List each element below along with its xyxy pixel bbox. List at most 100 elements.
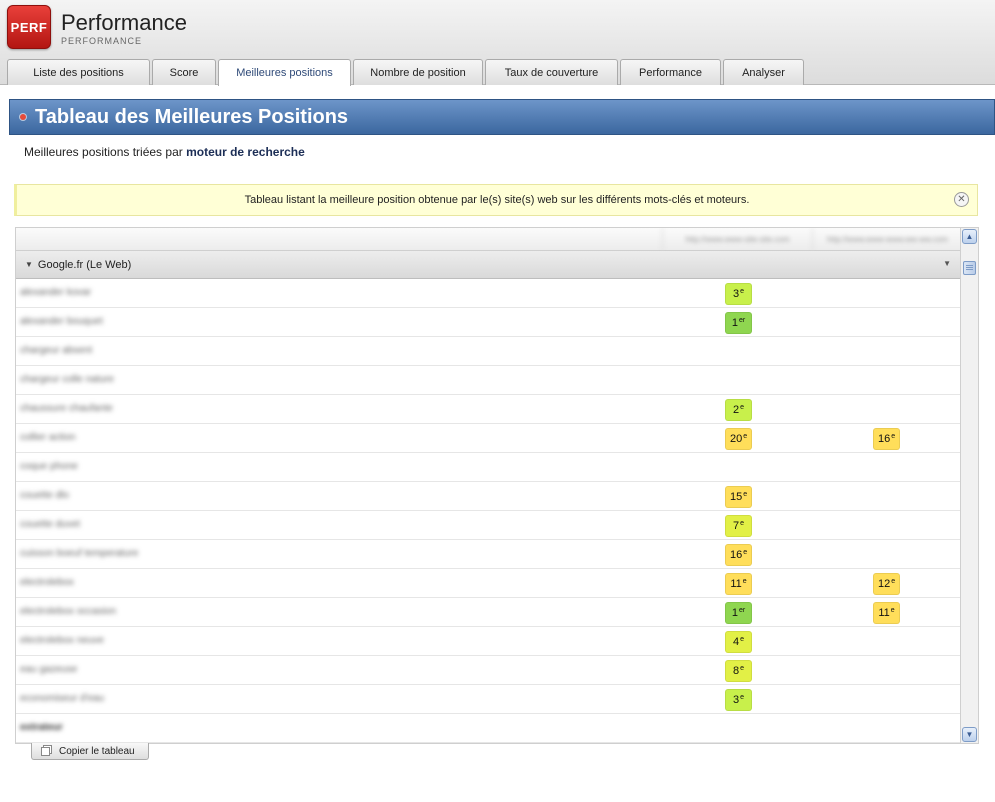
table-body: alexander kovar 3 e alexander bouquet 1 er cha… (16, 279, 960, 743)
keyword-label: couette dlo (20, 490, 69, 501)
position-badge[interactable]: 16 e (725, 544, 753, 566)
info-notice: Tableau listant la meilleure position ob… (14, 184, 978, 216)
position-badge[interactable]: 11 e (725, 573, 752, 595)
position-badge[interactable]: 4e (725, 631, 752, 653)
table-row: electrolebox 11 e 12 e (16, 569, 960, 598)
tab-liste-des-positions[interactable]: Liste des positions (7, 59, 150, 85)
position-badge[interactable]: 2e (725, 399, 752, 421)
keyword-label: coque phone (20, 461, 78, 472)
tab-taux-de-couverture[interactable]: Taux de couverture (485, 59, 618, 85)
bullet-icon (20, 114, 26, 120)
position-suffix: e (740, 403, 745, 411)
table-row: cuisson boeuf temperature 16 e (16, 540, 960, 569)
position-suffix: e (743, 432, 748, 440)
column-header-site-2[interactable]: http://www.www-www.ww-ww.com (812, 228, 960, 251)
position-suffix: e (740, 519, 745, 527)
dropdown-arrow-icon[interactable]: ▼ (943, 259, 951, 268)
position-value: 1 (731, 317, 738, 329)
position-badge[interactable]: 11 e (873, 602, 900, 624)
tab-score[interactable]: Score (152, 59, 216, 85)
position-badge[interactable]: 15 e (725, 486, 753, 508)
position-value: 4 (732, 636, 740, 648)
tab-nombre-de-position[interactable]: Nombre de position (353, 59, 483, 85)
app-subtitle: PERFORMANCE (61, 36, 143, 46)
position-suffix: e (890, 606, 895, 614)
position-badge[interactable]: 1 er (725, 312, 752, 334)
position-badge[interactable]: 12 e (873, 573, 901, 595)
position-suffix: e (891, 432, 896, 440)
table-row: alexander kovar 3 e (16, 279, 960, 308)
group-row-search-engine[interactable]: ▼ Google.fr (Le Web) ▼ (16, 251, 960, 279)
position-badge[interactable]: 1 er (725, 602, 752, 624)
copy-table-button[interactable]: Copier le tableau (31, 743, 149, 760)
table-row: couette dlo 15 e (16, 482, 960, 511)
keyword-label: electrolebox (20, 577, 74, 588)
scrollbar-thumb[interactable] (963, 261, 976, 275)
vertical-scrollbar[interactable]: ▲ ▼ (961, 227, 979, 744)
position-badge[interactable]: 20 e (725, 428, 753, 450)
position-suffix: e (740, 287, 745, 295)
perf-logo: PERF (7, 5, 51, 49)
table-row: chargeur absent (16, 337, 960, 366)
position-value: 7 (732, 520, 740, 532)
position-badge[interactable]: 3e (725, 283, 752, 305)
keyword-label: collier action (20, 432, 76, 443)
keyword-label: chaussure chaufante (20, 403, 113, 414)
page-title: Tableau des Meilleures Positions (35, 105, 349, 128)
position-badge[interactable]: 16 e (873, 428, 901, 450)
caret-down-icon[interactable]: ▼ (25, 260, 33, 269)
position-value: 16 (878, 433, 891, 445)
notice-text: Tableau listant la meilleure position ob… (244, 194, 750, 206)
arrow-down-icon[interactable]: ▼ (962, 727, 977, 742)
position-suffix: e (743, 490, 748, 498)
position-suffix: er (738, 606, 746, 614)
position-value: 3 (732, 694, 740, 706)
app-header: PERF Performance PERFORMANCE Liste des p… (0, 0, 995, 86)
table-row: electrolebox neuve 4 e (16, 627, 960, 656)
keyword-label: couette duvet (20, 519, 81, 530)
table-row: extrateur (16, 714, 960, 743)
position-value: 15 (730, 491, 743, 503)
position-badge[interactable]: 7e (725, 515, 752, 537)
position-suffix: e (740, 693, 745, 701)
sort-description: Meilleures positions triées par moteur d… (24, 145, 305, 159)
keyword-label: eau gazeuse (20, 664, 78, 675)
keyword-label: electrolebox neuve (20, 635, 104, 646)
position-suffix: e (742, 577, 747, 585)
keyword-label: alexander bouquet (20, 316, 103, 327)
app-title: Performance (61, 10, 187, 35)
keyword-label: chargeur absent (20, 345, 93, 356)
position-badge[interactable]: 3e (725, 689, 752, 711)
position-suffix: e (740, 664, 745, 672)
tab-meilleures-positions[interactable]: Meilleures positions (218, 59, 351, 86)
copy-table-label: Copier le tableau (59, 745, 135, 757)
position-value: 20 (730, 433, 743, 445)
keyword-label: cuisson boeuf temperature (20, 548, 139, 559)
position-value: 11 (730, 578, 742, 590)
copy-icon (41, 746, 50, 756)
position-badge[interactable]: 8e (725, 660, 752, 682)
table-row: economiseur d'eau 3 e (16, 685, 960, 714)
position-value: 2 (732, 404, 740, 416)
table-row: alexander bouquet 1 er (16, 308, 960, 337)
position-suffix: e (891, 577, 896, 585)
table-row: eau gazeuse 8 e (16, 656, 960, 685)
keyword-label: electrolebox occasion (20, 606, 117, 617)
group-label: Google.fr (Le Web) (37, 258, 132, 271)
column-header-site-1[interactable]: http://www.www-site-site.com (662, 228, 812, 251)
tab-performance[interactable]: Performance (620, 59, 721, 85)
tab-analyser[interactable]: Analyser (723, 59, 804, 85)
section-header: Tableau des Meilleures Positions (9, 99, 995, 135)
position-value: 12 (878, 578, 891, 590)
close-icon[interactable]: ✕ (954, 192, 969, 207)
keyword-label: economiseur d'eau (20, 693, 105, 704)
position-value: 11 (878, 607, 890, 619)
table-row: couette duvet 7 e (16, 511, 960, 540)
table-row: coque phone (16, 453, 960, 482)
sort-prefix: Meilleures positions triées par (24, 145, 183, 159)
arrow-up-icon[interactable]: ▲ (962, 229, 977, 244)
table-row: collier action 20 e 16 e (16, 424, 960, 453)
sort-criterion-link[interactable]: moteur de recherche (186, 145, 305, 159)
position-value: 1 (731, 607, 738, 619)
position-suffix: e (740, 635, 745, 643)
